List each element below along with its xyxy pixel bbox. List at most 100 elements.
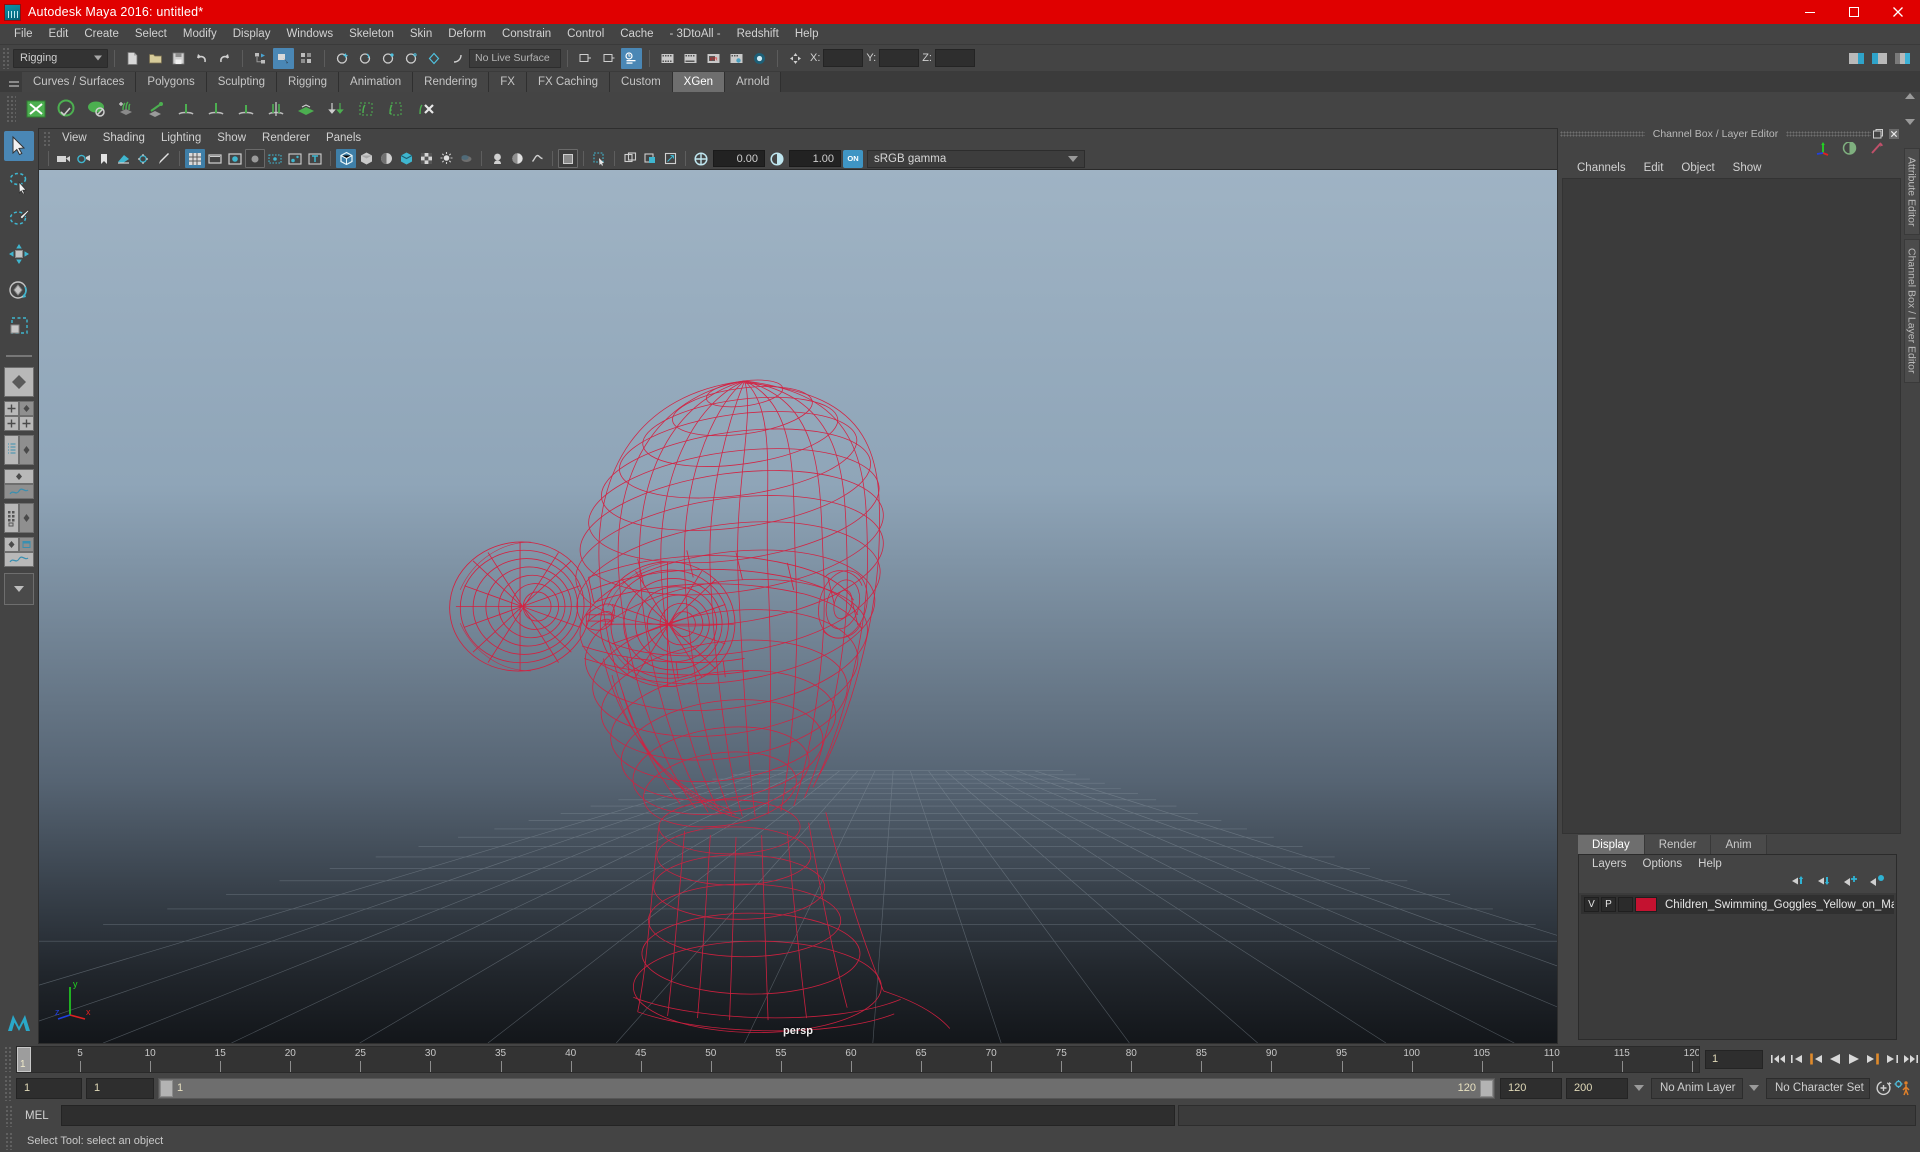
move-tool[interactable] — [4, 239, 34, 269]
anim-layer-selector[interactable]: No Anim Layer — [1651, 1077, 1743, 1099]
go-to-end-icon[interactable] — [1901, 1048, 1920, 1070]
maximize-icon[interactable] — [1832, 0, 1876, 24]
use-all-lights-icon[interactable] — [436, 149, 456, 168]
undock-panel-icon[interactable] — [1871, 127, 1885, 141]
channel-menu-channels[interactable]: Channels — [1568, 161, 1635, 175]
range-end-handle[interactable] — [1480, 1079, 1493, 1097]
menu-cache[interactable]: Cache — [612, 25, 661, 43]
layer-menu-layers[interactable]: Layers — [1584, 858, 1635, 870]
chevron-down-icon[interactable] — [1634, 1085, 1644, 1091]
batch-render-icon[interactable] — [680, 48, 701, 69]
y-field[interactable] — [879, 49, 920, 67]
channel-menu-edit[interactable]: Edit — [1635, 161, 1673, 175]
layer-shading-toggle[interactable] — [1618, 897, 1633, 912]
menu-file[interactable]: File — [6, 25, 41, 43]
make-live-icon[interactable] — [447, 48, 468, 69]
xgen-select-region-icon[interactable] — [381, 94, 411, 124]
chevron-up-icon[interactable] — [1905, 93, 1915, 99]
xgen-groom-direction-icon[interactable] — [261, 94, 291, 124]
viewport-menu-show[interactable]: Show — [209, 130, 254, 147]
xgen-groom-density-icon[interactable] — [171, 94, 201, 124]
tab-display-layers[interactable]: Display — [1578, 835, 1645, 854]
gate-mask-icon[interactable] — [245, 149, 265, 168]
color-profile-selector[interactable]: sRGB gamma — [867, 149, 1085, 168]
move-layer-up-icon[interactable] — [1791, 874, 1808, 892]
viewport-menu-shading[interactable]: Shading — [95, 130, 153, 147]
range-start-handle[interactable] — [160, 1079, 173, 1097]
viewport-menu-grip[interactable] — [43, 130, 50, 147]
xgen-groom-length-icon[interactable] — [201, 94, 231, 124]
shelf-tab-sculpting[interactable]: Sculpting — [206, 72, 278, 92]
auto-keyframe-icon[interactable] — [1874, 1077, 1893, 1099]
show-attribute-editor-icon[interactable] — [1846, 48, 1867, 69]
color-management-toggle[interactable]: ON — [843, 149, 863, 168]
shelf-scroll-arrows[interactable] — [1902, 93, 1918, 125]
xray-icon[interactable] — [265, 149, 285, 168]
z-field[interactable] — [934, 49, 975, 67]
playback-range-bar[interactable]: 1 120 — [158, 1077, 1495, 1099]
layer-menu-options[interactable]: Options — [1635, 858, 1691, 870]
anim-end-field[interactable]: 200 — [1566, 1077, 1628, 1099]
xgen-delete-icon[interactable] — [411, 94, 441, 124]
snap-to-projected-center-icon[interactable] — [401, 48, 422, 69]
animation-preferences-icon[interactable] — [1893, 1077, 1912, 1099]
display-layer-list[interactable]: V P Children_Swimming_Goggles_Yellow_on_… — [1579, 893, 1896, 1039]
channel-box-content[interactable] — [1562, 178, 1901, 834]
viewport-menu-panels[interactable]: Panels — [318, 130, 369, 147]
menu-create[interactable]: Create — [76, 25, 127, 43]
viewport-menu-renderer[interactable]: Renderer — [254, 130, 318, 147]
layer-color-swatch[interactable] — [1635, 897, 1657, 912]
menu-constrain[interactable]: Constrain — [494, 25, 559, 43]
select-camera-icon[interactable] — [54, 149, 74, 168]
ipr-render-icon[interactable] — [726, 48, 747, 69]
paint-select-tool[interactable] — [4, 203, 34, 233]
shelf-tab-animation[interactable]: Animation — [339, 72, 414, 92]
menu-control[interactable]: Control — [559, 25, 612, 43]
wireframe-shading-icon[interactable] — [336, 149, 356, 168]
transform-field-toggle-icon[interactable] — [785, 48, 806, 69]
xgen-import-export-icon[interactable] — [321, 94, 351, 124]
script-language-label[interactable]: MEL — [19, 1110, 61, 1122]
shelf-tab-fx-caching[interactable]: FX Caching — [526, 72, 611, 92]
menu-display[interactable]: Display — [225, 25, 279, 43]
show-channel-box-icon[interactable] — [1892, 48, 1913, 69]
time-slider[interactable]: 1 5 10 15 20 25 30 35 40 45 50 55 60 65 70 75 80 85 90 95 1… — [16, 1045, 1700, 1073]
resolution-gate-icon[interactable] — [225, 149, 245, 168]
shelf-tab-arnold[interactable]: Arnold — [725, 72, 782, 92]
close-icon[interactable] — [1876, 0, 1920, 24]
menu-windows[interactable]: Windows — [278, 25, 341, 43]
tear-off-panel-icon[interactable] — [640, 149, 660, 168]
maximize-panel-icon[interactable] — [660, 149, 680, 168]
xgen-no-collection-icon[interactable] — [81, 94, 111, 124]
layout-persp-render[interactable] — [4, 537, 34, 567]
redshift-render-icon[interactable] — [749, 48, 770, 69]
list-item[interactable]: V P Children_Swimming_Goggles_Yellow_on_… — [1581, 895, 1894, 914]
create-empty-layer-icon[interactable] — [1843, 874, 1860, 892]
xgen-guide-icon[interactable] — [141, 94, 171, 124]
open-scene-icon[interactable] — [145, 48, 166, 69]
textured-icon[interactable] — [416, 149, 436, 168]
gamma-field[interactable]: 1.00 — [789, 150, 841, 167]
gamma-icon[interactable] — [767, 149, 787, 168]
shelf-tab-fx[interactable]: FX — [489, 72, 527, 92]
open-render-view-icon[interactable] — [575, 48, 596, 69]
two-d-pan-zoom-icon[interactable] — [134, 149, 154, 168]
playblast-icon[interactable] — [657, 48, 678, 69]
layout-hypershade-persp[interactable] — [4, 503, 34, 533]
select-tool[interactable] — [4, 131, 34, 161]
select-by-component-type-icon[interactable] — [296, 48, 317, 69]
menu-deform[interactable]: Deform — [440, 25, 494, 43]
snap-to-grid-icon[interactable] — [332, 48, 353, 69]
play-forwards-icon[interactable] — [1844, 1048, 1863, 1070]
menu-edit[interactable]: Edit — [41, 25, 77, 43]
layer-menu-help[interactable]: Help — [1690, 858, 1730, 870]
xray-active-components-icon[interactable] — [305, 149, 325, 168]
range-end-field[interactable]: 120 — [1500, 1077, 1562, 1099]
status-line-grip[interactable] — [2, 47, 10, 69]
x-field[interactable] — [823, 49, 864, 67]
step-forward-key-icon[interactable] — [1882, 1048, 1901, 1070]
command-input[interactable] — [61, 1105, 1175, 1126]
play-backwards-icon[interactable] — [1825, 1048, 1844, 1070]
menu-help[interactable]: Help — [787, 25, 827, 43]
xgen-editor-icon[interactable] — [21, 94, 51, 124]
